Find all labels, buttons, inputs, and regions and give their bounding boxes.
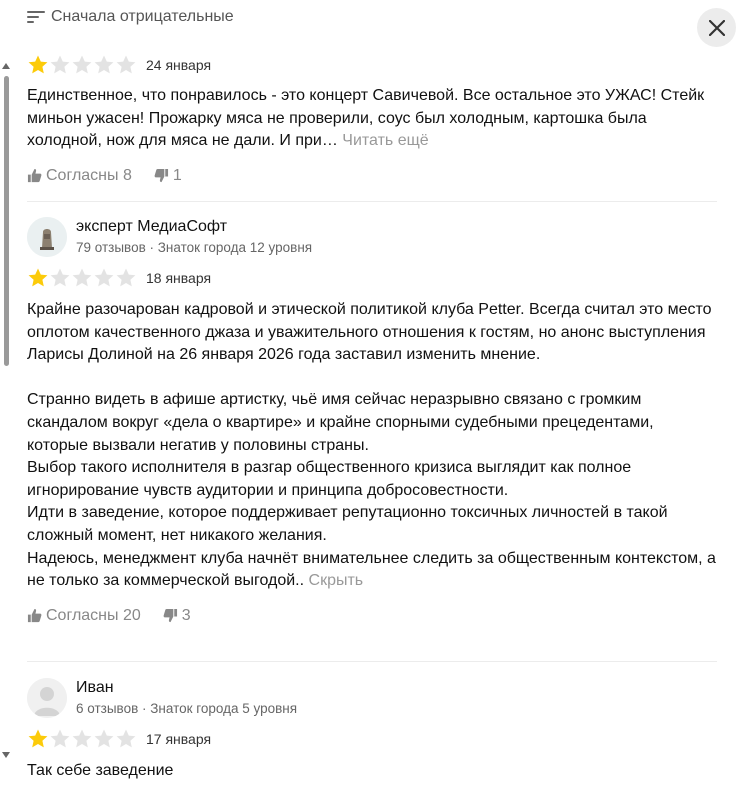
star-empty-icon [94,55,114,74]
star-empty-icon [94,268,114,287]
review-text: Так себе заведение [27,760,717,783]
rating-row: 24 января [27,54,717,76]
star-empty-icon [72,729,92,748]
review-card: эксперт МедиаСофт 79 отзывов · Знаток го… [27,216,717,625]
reviews-header: Сначала отрицательные [0,0,746,47]
star-empty-icon [50,729,70,748]
collapse-link[interactable]: Скрыть [309,572,364,589]
review-divider [27,661,717,662]
sort-icon [27,11,45,23]
rating-row: 18 января [27,267,717,289]
author-name[interactable]: Иван [76,678,297,698]
author-meta: 79 отзывов · Знаток города 12 уровня [76,240,313,255]
star-filled-icon [28,268,48,287]
star-empty-icon [72,55,92,74]
star-rating [27,728,137,750]
review-card: 24 января Единственное, что понравилось … [27,54,717,185]
rating-row: 17 января [27,728,717,750]
star-empty-icon [94,729,114,748]
disagree-count: 1 [172,166,182,184]
author-name[interactable]: эксперт МедиаСофт [76,217,312,237]
star-empty-icon [72,268,92,287]
star-empty-icon [116,55,136,74]
agree-label: Согласны 20 [46,606,141,624]
review-author[interactable]: Иван 6 отзывов · Знаток города 5 уровня [27,677,717,719]
review-divider [27,201,717,202]
close-icon [708,19,725,36]
read-more-link[interactable]: Читать ещё [342,132,428,149]
agree-button[interactable]: Согласны 20 [27,607,141,625]
star-filled-icon [28,55,48,74]
star-rating [27,54,137,76]
review-date: 24 января [146,57,212,73]
sort-dropdown[interactable]: Сначала отрицательные [27,8,234,26]
review-date: 18 января [146,270,212,286]
author-meta: 6 отзывов · Знаток города 5 уровня [76,701,298,716]
review-text: Единственное, что понравилось - это конц… [27,85,717,153]
review-reactions: Согласны 8 1 [27,167,717,185]
review-reactions: Согласны 20 3 [27,607,717,625]
disagree-button[interactable]: 1 [154,167,182,185]
scroll-down-arrow-icon[interactable] [2,752,10,758]
scrollbar[interactable] [0,60,12,760]
review-body: Крайне разочарован кадровой и этической … [27,301,716,590]
scroll-up-arrow-icon[interactable] [2,63,10,69]
star-empty-icon [50,55,70,74]
avatar-image-icon [27,217,67,257]
agree-button[interactable]: Согласны 8 [27,167,132,185]
avatar[interactable] [27,217,67,257]
sort-label: Сначала отрицательные [51,8,234,25]
scroll-thumb[interactable] [4,76,9,366]
star-empty-icon [116,729,136,748]
avatar[interactable] [27,678,67,718]
thumbs-up-icon [27,169,42,183]
agree-label: Согласны 8 [46,166,132,184]
review-body: Так себе заведение [27,762,174,779]
disagree-button[interactable]: 3 [163,607,191,625]
disagree-count: 3 [181,606,191,624]
star-empty-icon [50,268,70,287]
thumbs-down-icon [163,609,177,623]
review-date: 17 января [146,731,212,747]
user-placeholder-icon [27,678,67,718]
review-author[interactable]: эксперт МедиаСофт 79 отзывов · Знаток го… [27,216,717,258]
thumbs-up-icon [27,609,42,623]
close-button[interactable] [697,8,736,47]
review-card: Иван 6 отзывов · Знаток города 5 уровня … [27,677,717,783]
thumbs-down-icon [154,169,168,183]
star-rating [27,267,137,289]
star-filled-icon [28,729,48,748]
star-empty-icon [116,268,136,287]
review-text: Крайне разочарован кадровой и этической … [27,299,717,593]
